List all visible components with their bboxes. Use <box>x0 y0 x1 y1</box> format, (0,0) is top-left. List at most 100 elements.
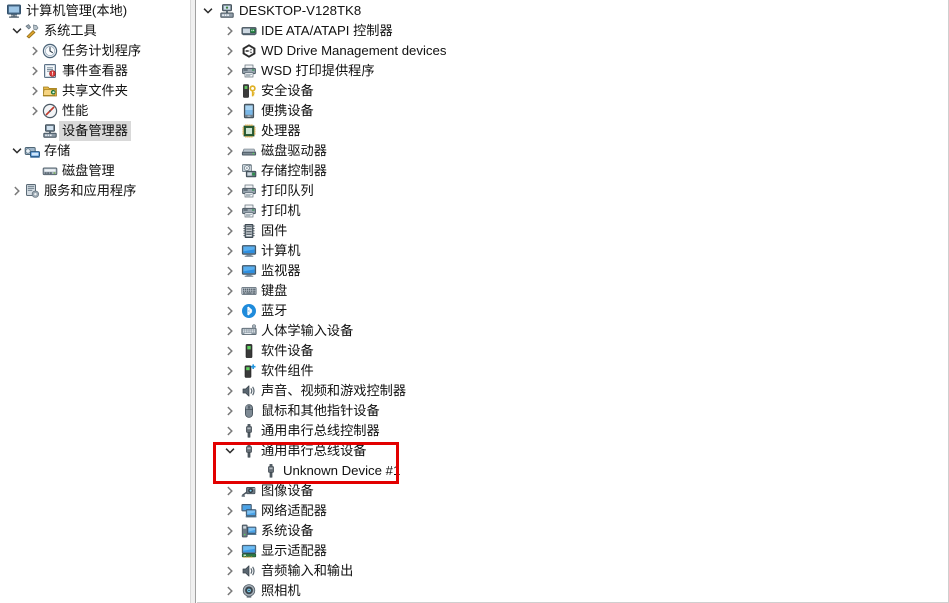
tree-item-打印队列[interactable]: 打印队列 <box>197 181 948 201</box>
tree-item-存储控制器[interactable]: 存储控制器 <box>197 161 948 181</box>
console-tree-panel[interactable]: 计算机管理(本地) 系统工具 任务计划程序 事件查看器 共享文件夹 性能 设备管理器存储磁盘… <box>0 0 190 603</box>
tree-item-磁盘驱动器[interactable]: 磁盘驱动器 <box>197 141 948 161</box>
chevron-right-icon[interactable] <box>223 181 236 201</box>
printer-icon <box>241 63 257 79</box>
chevron-right-icon[interactable] <box>223 221 236 241</box>
chevron-right-icon[interactable] <box>223 301 236 321</box>
tree-item-设备管理器[interactable]: 设备管理器 <box>0 121 190 141</box>
tree-item-WD-Drive-Management-devices[interactable]: WD Drive Management devices <box>197 41 948 61</box>
tree-item-便携设备[interactable]: 便携设备 <box>197 101 948 121</box>
keyboard-icon <box>241 283 257 299</box>
monitor-icon <box>241 263 257 279</box>
tree-item-label: 设备管理器 <box>59 121 131 141</box>
tree-item-照相机[interactable]: 照相机 <box>197 581 948 601</box>
tree-item-Unknown-Device-#1[interactable]: Unknown Device #1 <box>197 461 948 481</box>
chevron-right-icon[interactable] <box>223 341 236 361</box>
tree-item-键盘[interactable]: 键盘 <box>197 281 948 301</box>
chevron-right-icon[interactable] <box>28 101 41 121</box>
chevron-right-icon[interactable] <box>223 81 236 101</box>
tree-item-安全设备[interactable]: 安全设备 <box>197 81 948 101</box>
chevron-right-icon[interactable] <box>223 141 236 161</box>
tree-item-label: 处理器 <box>261 123 301 138</box>
chevron-right-icon[interactable] <box>223 41 236 61</box>
chevron-right-icon[interactable] <box>28 81 41 101</box>
tree-item-音频输入和输出[interactable]: 音频输入和输出 <box>197 561 948 581</box>
tree-item-显示适配器[interactable]: 显示适配器 <box>197 541 948 561</box>
tree-item-人体学输入设备[interactable]: 人体学输入设备 <box>197 321 948 341</box>
device-manager-tree-panel[interactable]: DESKTOP-V128TK8 IDE ATA/ATAPI 控制器 WD Drive… <box>197 0 949 603</box>
chevron-right-icon[interactable] <box>223 241 236 261</box>
tree-item-声音、视频和游戏控制器[interactable]: 声音、视频和游戏控制器 <box>197 381 948 401</box>
tree-item-WSD-打印提供程序[interactable]: WSD 打印提供程序 <box>197 61 948 81</box>
tree-item-软件组件[interactable]: 软件组件 <box>197 361 948 381</box>
tree-item-任务计划程序[interactable]: 任务计划程序 <box>0 41 190 61</box>
tree-item-计算机[interactable]: 计算机 <box>197 241 948 261</box>
pane-splitter[interactable] <box>190 0 196 603</box>
chevron-right-icon[interactable] <box>223 121 236 141</box>
chevron-down-icon[interactable] <box>10 21 23 41</box>
tree-item-打印机[interactable]: 打印机 <box>197 201 948 221</box>
chevron-right-icon[interactable] <box>223 101 236 121</box>
tree-item-label: IDE ATA/ATAPI 控制器 <box>261 23 393 38</box>
tree-item-网络适配器[interactable]: 网络适配器 <box>197 501 948 521</box>
tree-item-存储[interactable]: 存储 <box>0 141 190 161</box>
tree-item-计算机管理(本地)[interactable]: 计算机管理(本地) <box>0 1 190 21</box>
chevron-right-icon[interactable] <box>28 41 41 61</box>
printer-icon <box>241 203 257 219</box>
tree-item-label: 计算机管理(本地) <box>26 3 128 18</box>
tree-item-label: 通用串行总线设备 <box>261 443 367 458</box>
tree-item-DESKTOP-V128TK8[interactable]: DESKTOP-V128TK8 <box>197 1 948 21</box>
tree-item-图像设备[interactable]: 图像设备 <box>197 481 948 501</box>
tree-item-label: 键盘 <box>261 283 288 298</box>
chevron-right-icon[interactable] <box>10 181 23 201</box>
tree-item-系统工具[interactable]: 系统工具 <box>0 21 190 41</box>
chevron-right-icon[interactable] <box>223 381 236 401</box>
tree-item-软件设备[interactable]: 软件设备 <box>197 341 948 361</box>
chevron-right-icon[interactable] <box>223 401 236 421</box>
chevron-right-icon[interactable] <box>28 61 41 81</box>
chevron-right-icon[interactable] <box>223 521 236 541</box>
chevron-right-icon[interactable] <box>223 201 236 221</box>
firmware-icon <box>241 223 257 239</box>
chevron-right-icon[interactable] <box>223 561 236 581</box>
tree-item-共享文件夹[interactable]: 共享文件夹 <box>0 81 190 101</box>
chevron-right-icon[interactable] <box>223 421 236 441</box>
chevron-right-icon[interactable] <box>223 581 236 601</box>
chevron-right-icon[interactable] <box>223 61 236 81</box>
chevron-down-icon[interactable] <box>10 141 23 161</box>
tree-item-系统设备[interactable]: 系统设备 <box>197 521 948 541</box>
tree-item-label: WD Drive Management devices <box>261 43 447 58</box>
computer-root-icon <box>219 3 235 19</box>
tree-item-监视器[interactable]: 监视器 <box>197 261 948 281</box>
tree-item-蓝牙[interactable]: 蓝牙 <box>197 301 948 321</box>
chevron-down-icon[interactable] <box>223 441 236 461</box>
event-viewer-icon <box>42 63 58 79</box>
tree-item-鼠标和其他指针设备[interactable]: 鼠标和其他指针设备 <box>197 401 948 421</box>
tree-item-磁盘管理[interactable]: 磁盘管理 <box>0 161 190 181</box>
tree-item-通用串行总线控制器[interactable]: 通用串行总线控制器 <box>197 421 948 441</box>
chevron-right-icon[interactable] <box>223 361 236 381</box>
tree-item-label: 存储 <box>44 143 71 158</box>
chevron-right-icon[interactable] <box>223 281 236 301</box>
chevron-right-icon[interactable] <box>223 261 236 281</box>
software-device-icon <box>241 343 257 359</box>
tree-item-IDE-ATA/ATAPI-控制器[interactable]: IDE ATA/ATAPI 控制器 <box>197 21 948 41</box>
computer-management-icon <box>6 3 22 19</box>
tree-item-服务和应用程序[interactable]: 服务和应用程序 <box>0 181 190 201</box>
chevron-right-icon[interactable] <box>223 321 236 341</box>
computer-management-window: 计算机管理(本地) 系统工具 任务计划程序 事件查看器 共享文件夹 性能 设备管理器 存储 磁盘… <box>0 0 949 603</box>
tree-item-label: 打印机 <box>261 203 301 218</box>
tree-item-label: 服务和应用程序 <box>44 183 137 198</box>
tree-item-label: 安全设备 <box>261 83 314 98</box>
chevron-right-icon[interactable] <box>223 481 236 501</box>
chevron-right-icon[interactable] <box>223 541 236 561</box>
chevron-right-icon[interactable] <box>223 161 236 181</box>
tree-item-通用串行总线设备[interactable]: 通用串行总线设备 <box>197 441 948 461</box>
chevron-right-icon[interactable] <box>223 501 236 521</box>
chevron-right-icon[interactable] <box>223 21 236 41</box>
tree-item-固件[interactable]: 固件 <box>197 221 948 241</box>
chevron-down-icon[interactable] <box>201 1 214 21</box>
tree-item-事件查看器[interactable]: 事件查看器 <box>0 61 190 81</box>
tree-item-性能[interactable]: 性能 <box>0 101 190 121</box>
tree-item-处理器[interactable]: 处理器 <box>197 121 948 141</box>
